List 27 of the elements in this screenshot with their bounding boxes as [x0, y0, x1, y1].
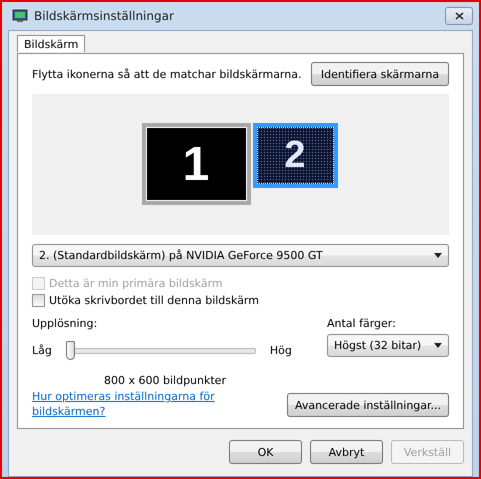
- dropdown-arrow-icon: [434, 343, 442, 348]
- colors-label: Antal färger:: [327, 317, 397, 330]
- display-dropdown[interactable]: 2. (Standardbildskärm) på NVIDIA GeForce 9500 GT: [32, 244, 449, 267]
- high-label: Hög: [270, 344, 292, 356]
- resolution-slider[interactable]: [66, 340, 256, 360]
- identify-button[interactable]: Identifiera skärmarna: [311, 62, 449, 86]
- slider-thumb[interactable]: [66, 340, 75, 360]
- display-icon: [12, 9, 28, 23]
- low-label: Låg: [32, 344, 52, 356]
- resolution-label: Upplösning:: [32, 317, 98, 330]
- dialog-button[interactable]: OK: [229, 440, 302, 464]
- resolution-reading: 800 x 600 bildpunkter: [104, 374, 227, 387]
- monitor-tile[interactable]: 2: [252, 123, 338, 188]
- tab[interactable]: Bildskärm: [17, 35, 86, 52]
- instruction-text: Flytta ikonerna så att de matchar bildskärmarna.: [32, 68, 302, 80]
- checkbox-label: Utöka skrivbordet till denna bildskärm: [49, 294, 259, 307]
- dropdown-arrow-icon: [434, 253, 442, 258]
- close-button[interactable]: [445, 7, 473, 25]
- window-title: Bildskärmsinställningar: [34, 9, 174, 23]
- close-icon: [454, 12, 464, 20]
- monitor-tile[interactable]: 1: [142, 123, 250, 205]
- checkbox[interactable]: [32, 294, 45, 307]
- colors-dropdown[interactable]: Högst (32 bitar): [327, 334, 449, 357]
- checkbox-label: Detta är min primära bildskärm: [49, 277, 223, 290]
- help-link[interactable]: Hur optimeras inställningarna för bildskärmen?: [32, 389, 242, 419]
- dialog-button[interactable]: Avbryt: [310, 440, 383, 464]
- advanced-button[interactable]: Avancerade inställningar...: [287, 393, 449, 417]
